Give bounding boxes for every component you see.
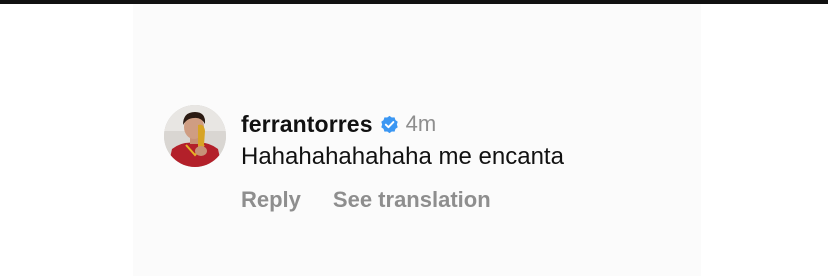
see-translation-button[interactable]: See translation [333, 187, 491, 213]
comment-actions: Reply See translation [241, 185, 491, 215]
comment-header: ferrantorres 4m [241, 108, 436, 140]
comment-text: Hahahahahahaha me encanta [241, 143, 564, 170]
avatar-image [164, 105, 226, 167]
verified-badge-icon [379, 114, 400, 135]
timestamp: 4m [405, 111, 437, 136]
avatar[interactable] [164, 105, 226, 167]
reply-button[interactable]: Reply [241, 187, 301, 213]
username-link[interactable]: ferrantorres [241, 111, 373, 138]
